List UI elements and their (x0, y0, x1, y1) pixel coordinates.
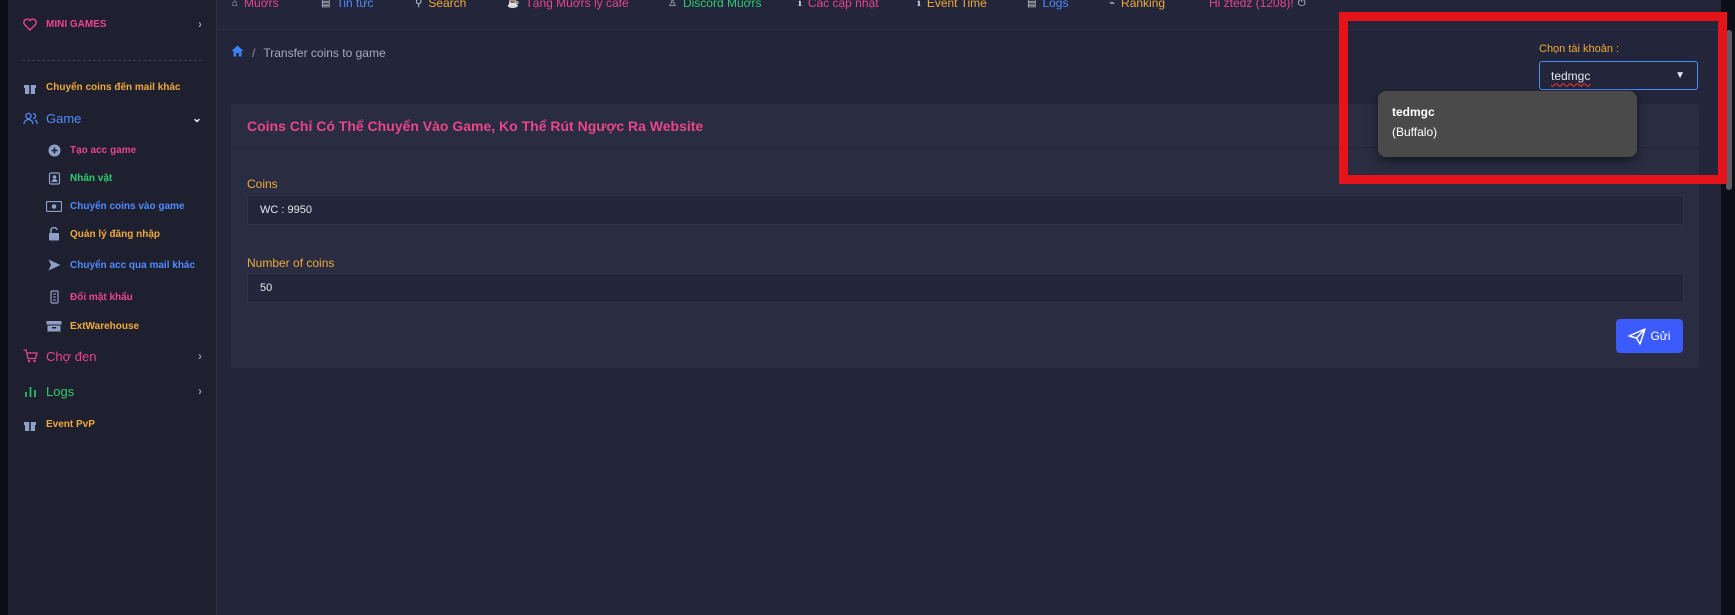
chevron-down-icon: ⌄ (191, 111, 202, 125)
breadcrumb-current: Transfer coins to game (263, 45, 386, 60)
nav-discord[interactable]: ♙ Discord Muởrs (668, 0, 762, 10)
sidebar-sub-create-acc[interactable]: Tạo acc game (46, 142, 202, 158)
bar-chart-icon (22, 383, 38, 399)
nav-event-time[interactable]: ℹ Event Time (917, 0, 987, 10)
nav-news[interactable]: ▤ Tin tức (321, 0, 373, 10)
sidebar-sub-transfer-acc[interactable]: Chuyển acc qua mail khác (46, 257, 202, 273)
gift-icon (22, 416, 38, 432)
sidebar-item-game[interactable]: Game ⌄ (22, 110, 202, 126)
money-bill-icon (46, 198, 62, 214)
coins-balance-field: WC : 9950 (247, 195, 1684, 225)
sidebar-sub-transfer-coins[interactable]: Chuyển coins vào game (46, 198, 202, 214)
number-of-coins-label: Number of coins (247, 256, 335, 270)
highlight-annotation-box (1339, 12, 1727, 184)
chevron-right-icon: › (198, 17, 202, 31)
breadcrumb-separator: / (252, 45, 256, 60)
send-button[interactable]: Gửi (1616, 319, 1683, 353)
chevron-right-icon: › (198, 349, 202, 363)
home-icon[interactable] (231, 45, 244, 60)
sidebar-item-mini-games[interactable]: MINI GAMES › (22, 16, 202, 32)
breadcrumb: / Transfer coins to game (231, 45, 386, 60)
power-icon: ⏻ (1297, 0, 1306, 9)
sidebar: MINI GAMES › Chuyển coins đến mail khác … (8, 0, 217, 615)
coffee-icon: ☕ (507, 0, 520, 9)
sidebar-sub-character[interactable]: Nhân vật (46, 170, 202, 186)
nav-logs[interactable]: ▤ Logs (1027, 0, 1068, 10)
users-icon (22, 110, 38, 126)
sidebar-divider (22, 60, 202, 61)
number-of-coins-input[interactable]: 50 (247, 273, 1684, 303)
nav-ranking[interactable]: ⌁ Ranking (1109, 0, 1165, 10)
info-icon: ℹ (917, 0, 921, 9)
search-icon: ⚲ (415, 0, 423, 9)
user-badge-icon (46, 170, 62, 186)
sidebar-item-black-market[interactable]: Chợ đen › (22, 348, 202, 364)
chart-icon: ⌁ (1109, 0, 1116, 9)
coins-label: Coins (247, 177, 278, 191)
key-icon (46, 289, 62, 305)
send-icon (46, 257, 62, 273)
heart-icon (22, 16, 38, 32)
plus-circle-icon (46, 142, 62, 158)
nav-updates[interactable]: ℹ Các cập nhật (798, 0, 879, 10)
lock-open-icon (46, 226, 62, 242)
desktop-left-edge (0, 0, 8, 615)
gift-icon (22, 79, 38, 95)
sidebar-item-event-pvp[interactable]: Event PvP (22, 416, 202, 432)
nav-user-greeting[interactable]: Hi ztedz (1208)! ⏻ (1209, 0, 1306, 10)
cart-icon (22, 348, 38, 364)
shop-icon: ⌂ (232, 0, 239, 9)
warehouse-icon (46, 318, 62, 334)
sidebar-sub-change-password[interactable]: Đổi mật khẩu (46, 289, 202, 305)
newspaper-icon: ▤ (321, 0, 331, 9)
nav-buy[interactable]: ⌂ Muởrs (232, 0, 279, 10)
nav-gift-coffee[interactable]: ☕ Tặng Muởrs ly cafe (507, 0, 629, 10)
info-icon: ℹ (798, 0, 802, 9)
sidebar-sub-login-management[interactable]: Quản lý đăng nhập (46, 226, 202, 242)
sidebar-sub-ext-warehouse[interactable]: ExtWarehouse (46, 318, 202, 334)
paper-plane-icon (1628, 327, 1647, 345)
list-icon: ▤ (1027, 0, 1037, 9)
nav-search[interactable]: ⚲ Search (415, 0, 466, 10)
discord-icon: ♙ (668, 0, 677, 9)
sidebar-item-logs[interactable]: Logs › (22, 383, 202, 399)
chevron-right-icon: › (198, 384, 202, 398)
sidebar-item-transfer-mail[interactable]: Chuyển coins đến mail khác (22, 79, 202, 95)
